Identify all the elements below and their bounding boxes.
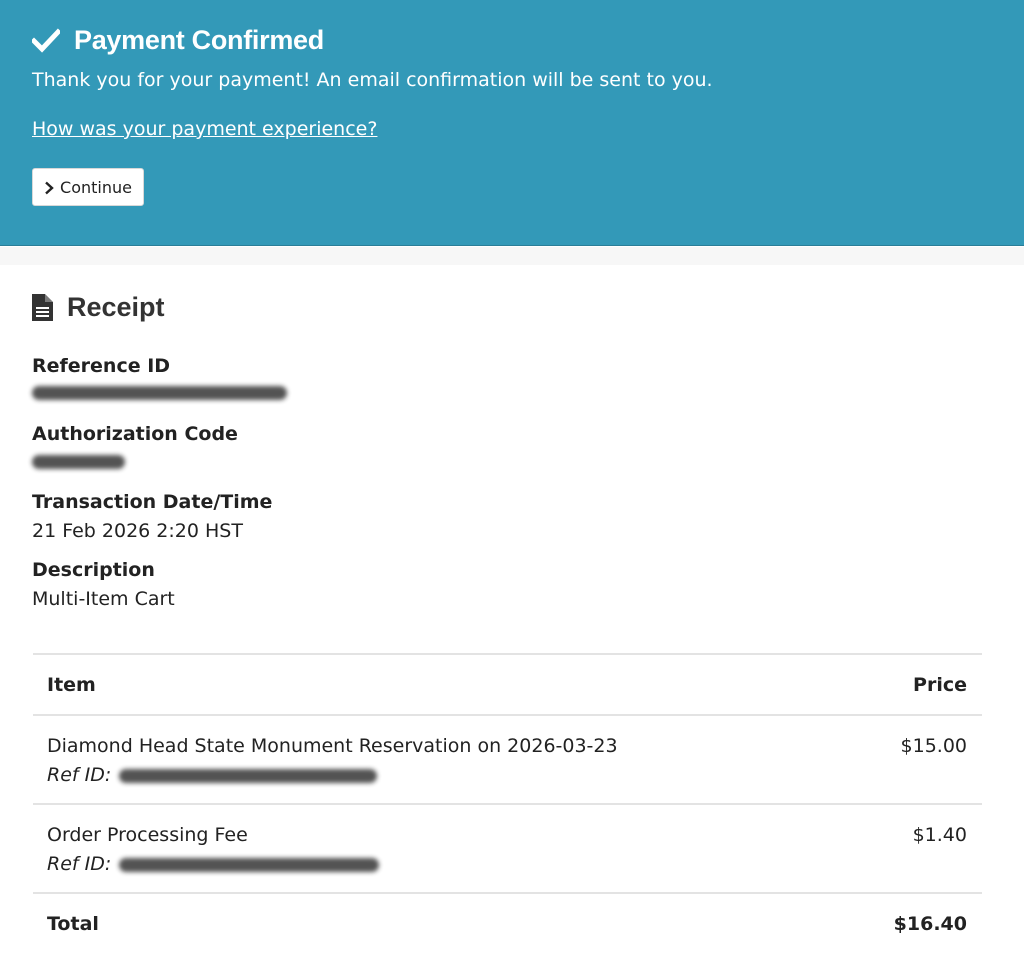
document-icon	[32, 293, 53, 321]
total-label: Total	[47, 913, 99, 935]
section-divider	[0, 247, 1024, 265]
confirmation-banner: Payment Confirmed Thank you for your pay…	[0, 0, 1024, 246]
authorization-code-field: Authorization Code	[32, 421, 238, 469]
table-row: Order Processing Fee Ref ID: $1.40	[33, 805, 982, 894]
header-price: Price	[913, 674, 967, 696]
table-header-row: Item Price	[33, 655, 982, 716]
transaction-datetime-label: Transaction Date/Time	[32, 491, 273, 513]
receipt-heading: Receipt	[32, 290, 165, 324]
checkmark-icon	[30, 26, 62, 54]
payment-experience-survey-link[interactable]: How was your payment experience?	[32, 117, 377, 141]
ref-id-label: Ref ID:	[47, 853, 112, 875]
item-name: Order Processing Fee	[47, 824, 248, 846]
continue-button[interactable]: Continue	[32, 168, 144, 206]
authorization-code-redacted	[32, 455, 125, 469]
total-value: $16.40	[893, 913, 967, 935]
reference-id-field: Reference ID	[32, 353, 287, 400]
receipt-title: Receipt	[67, 291, 165, 322]
table-row: Diamond Head State Monument Reservation …	[33, 716, 982, 805]
receipt-table: Item Price Diamond Head State Monument R…	[33, 653, 982, 956]
transaction-datetime-value: 21 Feb 2026 2:20 HST	[32, 520, 243, 542]
item-price: $15.00	[900, 735, 967, 757]
ref-id-redacted	[119, 857, 380, 872]
authorization-code-label: Authorization Code	[32, 423, 238, 445]
ref-id-redacted	[119, 768, 378, 783]
chevron-right-icon	[44, 180, 54, 195]
item-name: Diamond Head State Monument Reservation …	[47, 735, 618, 757]
item-ref: Ref ID:	[47, 850, 380, 879]
banner-title-text: Payment Confirmed	[74, 24, 324, 55]
header-item: Item	[47, 674, 96, 696]
reference-id-label: Reference ID	[32, 355, 171, 377]
banner-title: Payment Confirmed	[30, 22, 324, 58]
description-label: Description	[32, 559, 155, 581]
item-price: $1.40	[912, 824, 967, 846]
reference-id-redacted	[32, 386, 287, 400]
item-ref: Ref ID:	[47, 761, 618, 790]
item-cell: Order Processing Fee Ref ID:	[47, 821, 380, 879]
item-cell: Diamond Head State Monument Reservation …	[47, 732, 618, 790]
transaction-datetime-field: Transaction Date/Time 21 Feb 2026 2:20 H…	[32, 489, 272, 544]
confirmation-message: Thank you for your payment! An email con…	[32, 69, 713, 91]
table-total-row: Total $16.40	[33, 894, 982, 956]
description-value: Multi-Item Cart	[32, 588, 175, 610]
description-field: Description Multi-Item Cart	[32, 557, 175, 612]
ref-id-label: Ref ID:	[47, 764, 112, 786]
continue-button-label: Continue	[60, 177, 132, 197]
